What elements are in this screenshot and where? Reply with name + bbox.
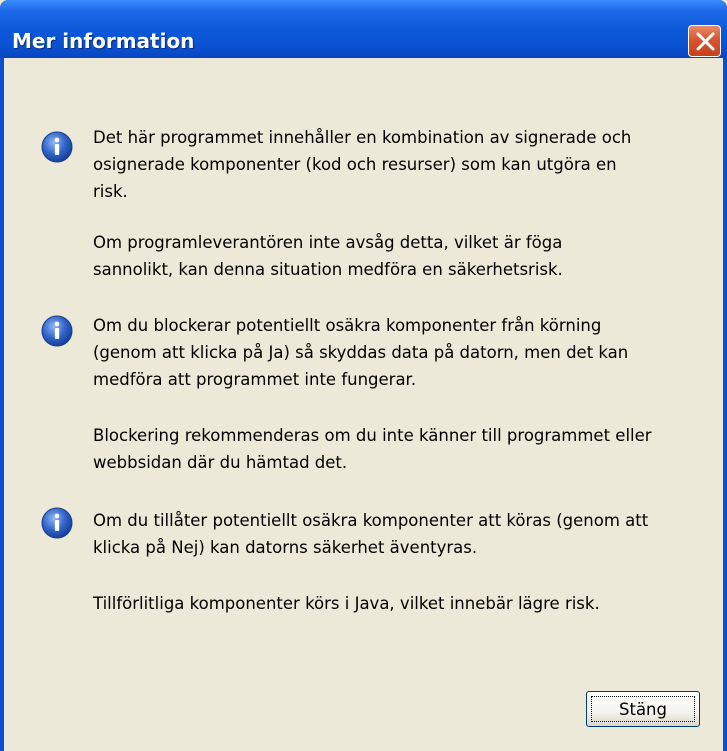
dialog-body: Det här programmet innehåller en kombina… xyxy=(4,58,723,751)
section-2-paragraph-1: Om du blockerar potentiellt osäkra kompo… xyxy=(93,316,629,389)
title-bar[interactable]: Mer information xyxy=(0,0,727,58)
section-1-paragraph-2: Om programleverantören inte avsåg detta,… xyxy=(93,233,563,279)
info-icon xyxy=(41,315,73,347)
section-1-paragraph-1: Det här programmet innehåller en kombina… xyxy=(93,128,632,201)
info-icon xyxy=(41,507,73,539)
section-3-paragraph-2: Tillförlitliga komponenter körs i Java, … xyxy=(93,594,600,613)
window-title: Mer information xyxy=(12,29,195,53)
window-right-border xyxy=(723,58,727,751)
section-2-paragraph-2: Blockering rekommenderas om du inte känn… xyxy=(93,426,652,472)
window-close-button[interactable] xyxy=(688,25,721,57)
info-icon xyxy=(41,131,73,163)
close-icon xyxy=(696,32,715,51)
focus-rectangle xyxy=(591,696,695,722)
close-button[interactable]: Stäng xyxy=(586,691,700,727)
section-3-paragraph-1: Om du tillåter potentiellt osäkra kompon… xyxy=(93,511,649,557)
dialog-window: Mer information Det här programmet inneh… xyxy=(0,0,727,751)
